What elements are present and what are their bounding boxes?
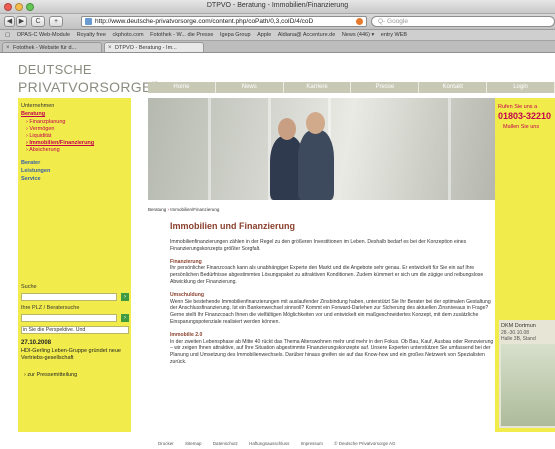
plz-go-button[interactable]: › xyxy=(121,314,129,322)
sidebar-item-beratung[interactable]: Beratung xyxy=(21,111,45,118)
address-bar-url: http://www.deutsche-privatvorsorge.com/c… xyxy=(95,18,314,25)
brand-line-1: DEUTSCHE xyxy=(18,62,92,77)
event-photo xyxy=(501,344,555,426)
plz-label: Ihre PLZ / Beratersuche xyxy=(21,305,80,311)
window-title: DTPVO - Beratung - Immobilien/Finanzieru… xyxy=(206,2,349,9)
breadcrumb-current: Immobilien/Finanzierung xyxy=(170,207,220,212)
bookmark-item[interactable]: News (446) ▾ xyxy=(342,30,374,40)
footer-copyright: © Deutsche Privatvorsorge AG xyxy=(334,441,396,446)
bookmark-item[interactable]: entry WEB xyxy=(381,30,407,40)
event-hall: Halle 3B, Stand xyxy=(501,336,536,342)
tab-label: Fotothek - Website für d... xyxy=(13,45,77,51)
bookmarks-book-icon[interactable]: ▢ xyxy=(5,30,10,40)
breadcrumb-separator: › xyxy=(167,207,170,212)
footer-link-datenschutz[interactable]: Datenschutz xyxy=(213,438,238,449)
footer-link-drucker[interactable]: Drucker xyxy=(158,438,174,449)
browser-toolbar: ◀ ▶ C + http://www.deutsche-privatvorsor… xyxy=(0,14,555,30)
rss-icon[interactable] xyxy=(356,18,363,25)
nav-news[interactable]: News xyxy=(215,82,284,93)
section-heading: Immobilie 2.0 xyxy=(170,331,203,338)
left-sidebar: Unternehmen Beratung › Finanzplanung › V… xyxy=(18,98,131,432)
news-ticker: in Sie die Perspektive. Und xyxy=(21,326,129,334)
sidebar-subitem-finanzplanung[interactable]: › Finanzplanung xyxy=(26,119,65,126)
plz-input[interactable] xyxy=(21,314,117,322)
brand-logo[interactable]: DEUTSCHE PRIVATVORSORGEAG xyxy=(18,63,158,94)
section-text: In der zweiten Lebensphase ab Mitte 40 r… xyxy=(170,338,494,365)
browser-window: DTPVO - Beratung - Immobilien/Finanzieru… xyxy=(0,0,555,449)
bookmark-item[interactable]: Royalty free xyxy=(77,30,106,40)
site-search-input[interactable] xyxy=(21,293,117,301)
tab-label: DTPVO - Beratung - Im... xyxy=(115,45,177,51)
footer-link-sitemap[interactable]: Sitemap xyxy=(185,438,202,449)
sidebar-subitem-vermoegen[interactable]: › Vermögen xyxy=(26,126,54,133)
bookmark-item[interactable]: Igepa Group xyxy=(220,30,251,40)
breadcrumb: Beratung › Immobilien/Finanzierung xyxy=(148,207,219,212)
bookmark-item[interactable]: Apple xyxy=(257,30,271,40)
sidebar-subitem-absicherung[interactable]: › Absicherung xyxy=(26,147,60,154)
nav-karriere[interactable]: Karriere xyxy=(283,82,352,93)
section-text: Ihr persönlicher Finanzcoach kann als un… xyxy=(170,265,484,285)
brand-line-2: PRIVATVORSORGE xyxy=(18,79,152,95)
event-title: DKM Dortmun xyxy=(501,323,536,329)
intro-paragraph: Immobilienfinanzierungen zählen in der R… xyxy=(170,239,467,252)
page-title: Immobilien und Finanzierung xyxy=(170,221,295,231)
close-tab-icon[interactable]: × xyxy=(108,43,112,52)
news-headline[interactable]: HDI-Gerling Leben-Gruppe gründet neue Ve… xyxy=(21,348,128,362)
bookmark-item[interactable]: Fotothek - W... die Presse xyxy=(150,30,213,40)
section-text: Wenn Sie bestehende Immobilienfinanzieru… xyxy=(170,298,491,325)
sidebar-item-leistungen[interactable]: Leistungen xyxy=(21,168,50,175)
web-page: DEUTSCHE PRIVATVORSORGEAG Home News Karr… xyxy=(18,53,555,449)
sidebar-subitem-liquiditaet[interactable]: › Liquidität xyxy=(26,133,51,140)
event-teaser[interactable]: DKM Dortmun 28.-30.10.08 Halle 3B, Stand xyxy=(499,320,555,428)
sidebar-subitem-immobilien[interactable]: › Immobilien/Finanzierung xyxy=(26,140,94,147)
add-bookmark-button[interactable]: + xyxy=(49,16,63,27)
title-bar: DTPVO - Beratung - Immobilien/Finanzieru… xyxy=(0,0,555,14)
sidebar-item-service[interactable]: Service xyxy=(21,176,41,183)
nav-kontakt[interactable]: Kontakt xyxy=(419,82,488,93)
tab-dtpvo[interactable]: × DTPVO - Beratung - Im... xyxy=(104,42,204,52)
bookmark-item[interactable]: ckphoto.com xyxy=(112,30,143,40)
bookmark-item[interactable]: Aldiana@ Accenture.de xyxy=(278,30,336,40)
main-content: Immobilien und Finanzierung Immobilienfi… xyxy=(170,221,495,372)
person-figure xyxy=(298,130,334,200)
breadcrumb-section[interactable]: Beratung xyxy=(148,207,166,212)
footer-link-haftung[interactable]: Haftungsausschluss xyxy=(249,438,289,449)
site-search-go-button[interactable]: › xyxy=(121,293,129,301)
news-date: 27.10.2008 xyxy=(21,340,52,346)
mail-us-label[interactable]: Mallen Sie uns xyxy=(503,124,539,130)
forward-button[interactable]: ▶ xyxy=(16,16,27,27)
section-heading: Finanzierung xyxy=(170,258,202,265)
sidebar-item-berater[interactable]: Berater xyxy=(21,160,40,167)
address-bar[interactable]: http://www.deutsche-privatvorsorge.com/c… xyxy=(81,16,367,27)
hotline-number[interactable]: 01803-32210 xyxy=(498,111,551,121)
main-navigation: Home News Karriere Presse Kontakt Login xyxy=(148,82,555,93)
search-label: Suche xyxy=(21,284,37,290)
sidebar-heading[interactable]: Unternehmen xyxy=(21,103,54,110)
tab-bar: × Fotothek - Website für d... × DTPVO - … xyxy=(0,41,555,53)
search-field[interactable]: Q- Google xyxy=(371,16,555,27)
tab-fotothek[interactable]: × Fotothek - Website für d... xyxy=(2,42,102,52)
site-favicon-icon xyxy=(85,18,92,25)
section-heading: Umschuldung xyxy=(170,291,204,298)
bookmark-item[interactable]: OPAS-C Web-Module xyxy=(17,30,70,40)
nav-login[interactable]: Login xyxy=(487,82,555,93)
call-us-label: Rufen Sie uns a xyxy=(498,104,538,110)
nav-home[interactable]: Home xyxy=(148,82,216,93)
back-button[interactable]: ◀ xyxy=(4,16,15,27)
nav-presse[interactable]: Presse xyxy=(351,82,420,93)
news-more-link[interactable]: › zur Pressemitteilung xyxy=(24,372,131,379)
hero-image xyxy=(148,98,507,200)
footer-link-impressum[interactable]: Impressum xyxy=(301,438,323,449)
close-tab-icon[interactable]: × xyxy=(6,43,10,52)
reload-button[interactable]: C xyxy=(31,16,45,27)
bookmarks-bar: ▢ OPAS-C Web-Module Royalty free ckphoto… xyxy=(0,30,555,41)
page-footer: Drucker Sitemap Datenschutz Haftungsauss… xyxy=(148,438,555,449)
right-sidebar: Rufen Sie uns a 01803-32210 Mallen Sie u… xyxy=(495,98,555,432)
